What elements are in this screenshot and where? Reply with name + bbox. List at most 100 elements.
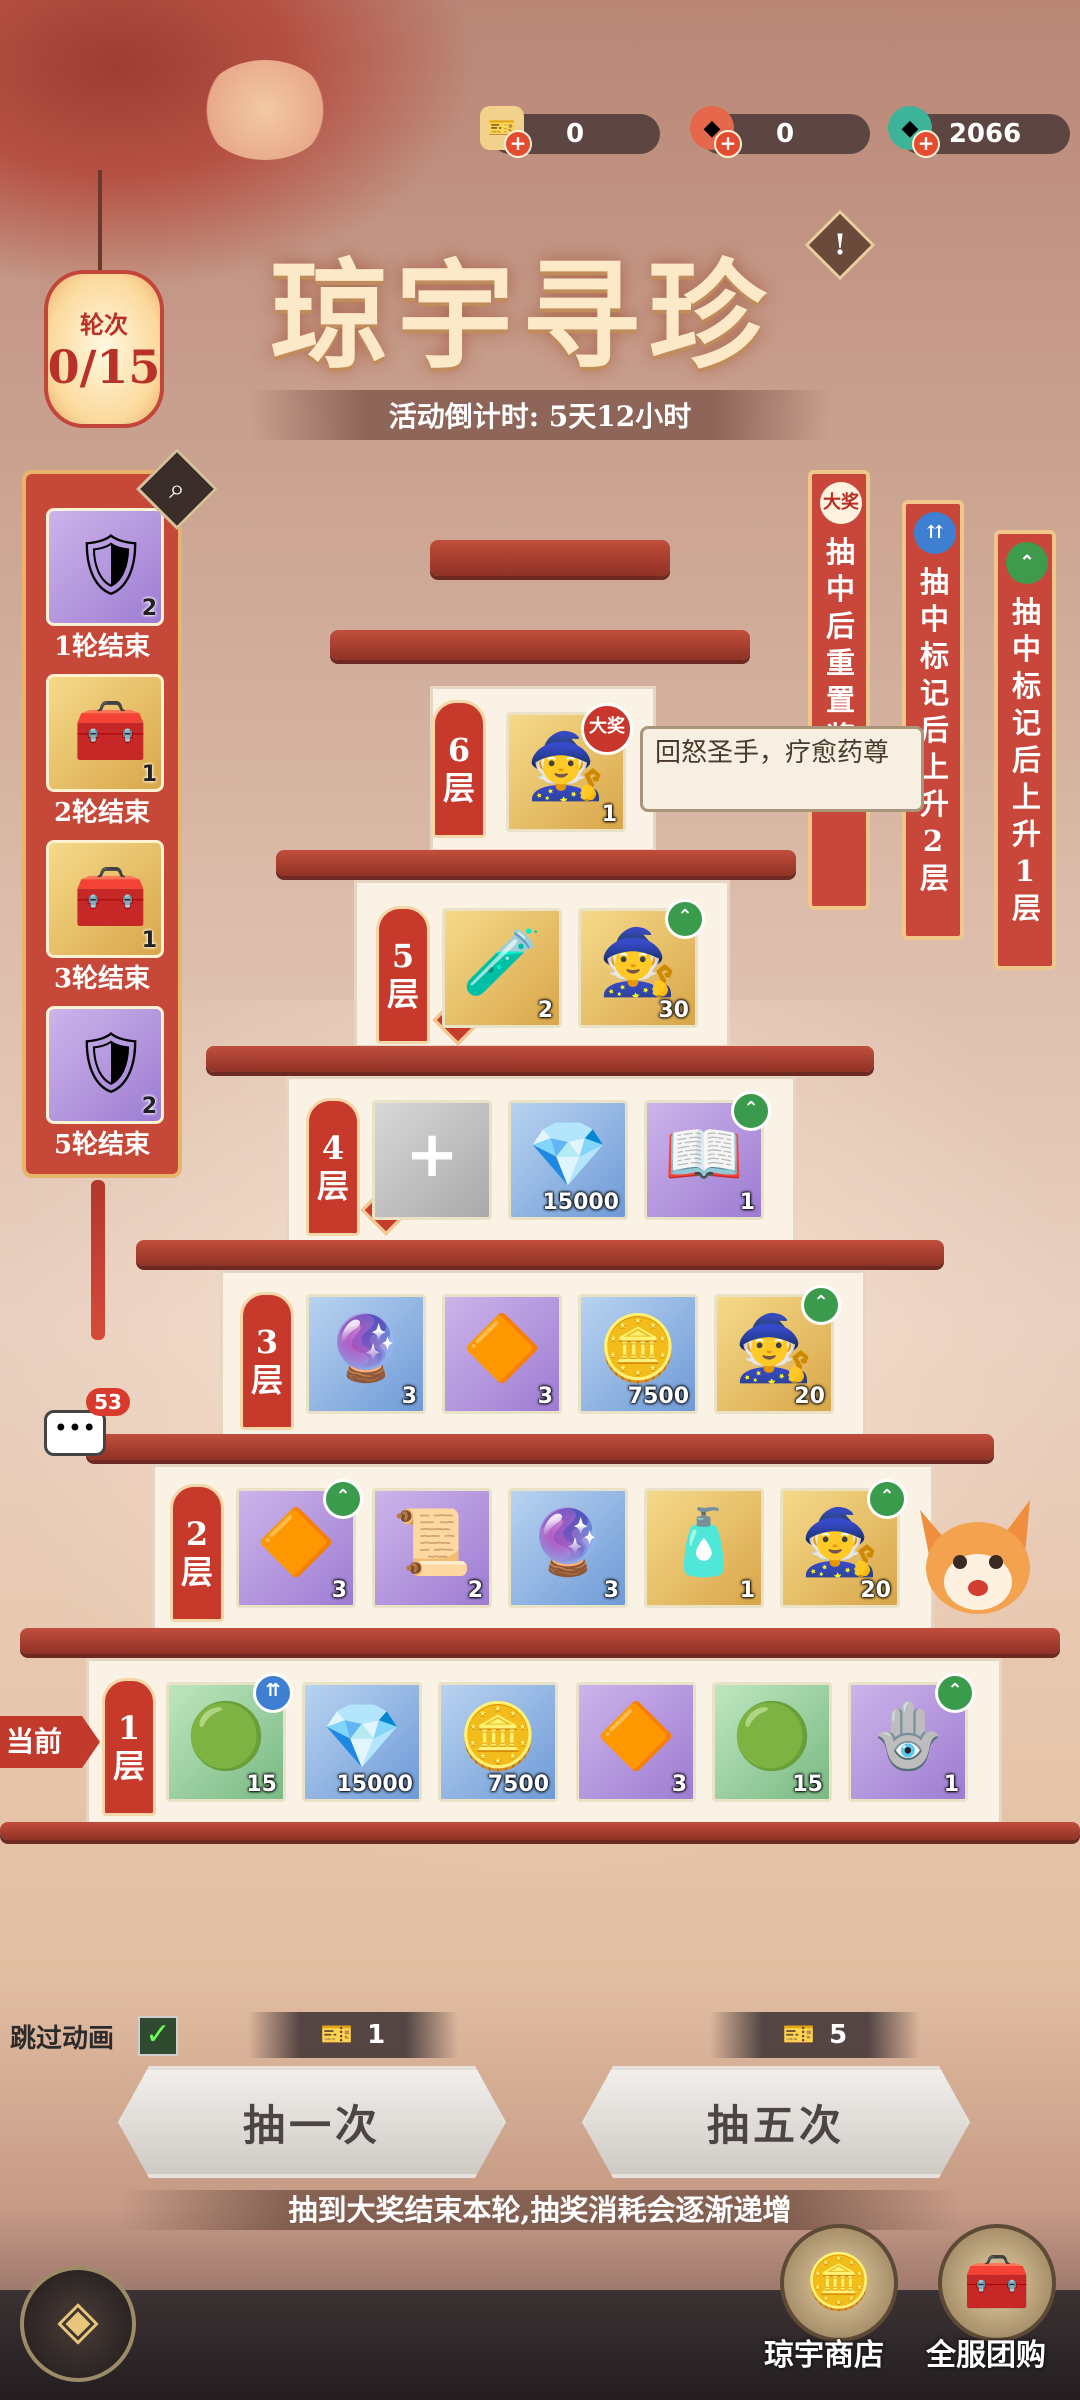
reward-slot[interactable]: 🔮 3: [508, 1488, 628, 1608]
plus-icon: +: [405, 1118, 459, 1193]
draw-five-cost: 🎫 5: [710, 2012, 920, 2058]
amulet-icon: 🛡: [73, 1028, 150, 1098]
blue-crystal-icon: 💎: [322, 1700, 402, 1775]
item-count: 15: [792, 1772, 823, 1797]
red-jade-icon[interactable]: ◆ +: [690, 106, 742, 158]
red-potion-icon: 🧪: [462, 926, 542, 1001]
reward-slot[interactable]: 🟢 ⇈ 15: [166, 1673, 293, 1802]
pagoda-roof: [136, 1240, 944, 1266]
round-value: 0/15: [47, 339, 161, 394]
item-count: 15: [246, 1772, 277, 1797]
banner-grand-prize: 大奖 抽中后重置奖励: [808, 470, 870, 910]
reward-slot[interactable]: 🪬 ⌃ 1: [848, 1673, 975, 1802]
arrow-up-icon: ⌃: [1006, 542, 1048, 584]
reward-slot[interactable]: 🔶 3: [442, 1294, 562, 1414]
item-count: 20: [860, 1578, 891, 1603]
hero-portrait-icon: 🧙: [800, 1506, 880, 1581]
floor-label: 3层: [240, 1292, 294, 1430]
red-ticket-icon: 🎫: [320, 2020, 354, 2050]
add-reward-slot[interactable]: +: [372, 1100, 492, 1220]
hero-tooltip: 回怒圣手，疗愈药尊: [640, 726, 924, 812]
reward-slot[interactable]: 🔶 ⌃ 3: [236, 1479, 363, 1608]
round-reward-item[interactable]: 🛡 2: [46, 508, 164, 626]
grand-prize-badge: 大奖: [820, 482, 862, 524]
reward-slot[interactable]: 📖 ⌃ 1: [644, 1091, 771, 1220]
item-count: 1: [739, 1190, 755, 1215]
pagoda-base: [0, 1822, 1080, 1840]
pagoda-roof: [276, 850, 796, 876]
green-jade-icon[interactable]: ◆ +: [888, 106, 940, 158]
item-count: 7500: [487, 1772, 549, 1797]
banner-text: 抽中标记后上升1层: [1012, 595, 1042, 925]
pagoda-roof: [86, 1434, 994, 1460]
item-count: 2: [537, 998, 553, 1023]
round-reward-item[interactable]: 🛡 2: [46, 1006, 164, 1124]
potion-bottle-icon: 🧴: [664, 1506, 744, 1581]
reward-slot[interactable]: 🪙 7500: [438, 1682, 558, 1802]
green-orb-icon: 🟢: [732, 1700, 812, 1775]
floor-label: 2层: [170, 1484, 224, 1622]
reward-slot[interactable]: 🪙 7500: [578, 1294, 698, 1414]
red-ticket-icon: 🎫: [782, 2020, 816, 2050]
shop-label[interactable]: 琼宇商店: [764, 2330, 884, 2374]
reward-slot[interactable]: 📜 2: [372, 1488, 492, 1608]
item-count: 2: [141, 1094, 157, 1119]
skip-animation-checkbox[interactable]: ✓: [138, 2016, 178, 2056]
pink-crystal-icon: 🔶: [462, 1312, 542, 1387]
item-count: 3: [537, 1384, 553, 1409]
reward-slot[interactable]: 🧙 ⌃ 30: [578, 899, 705, 1028]
amulet-icon: 🛡: [73, 530, 150, 600]
chat-count-badge: 53: [86, 1388, 130, 1416]
arrow-up-icon: ⌃: [731, 1091, 771, 1131]
draw-once-cost: 🎫 1: [248, 2012, 458, 2058]
pagoda-roof: [20, 1628, 1060, 1654]
draw-five-button[interactable]: 抽五次: [582, 2066, 970, 2178]
chat-bubble-icon[interactable]: •••: [44, 1410, 106, 1456]
reward-slot[interactable]: 🧙 ⌃ 20: [714, 1285, 841, 1414]
add-red-jade-button[interactable]: +: [714, 130, 742, 158]
round-reward-item[interactable]: 🧰 1: [46, 840, 164, 958]
hero-portrait-icon: 🧙: [598, 926, 678, 1001]
item-count: 30: [658, 998, 689, 1023]
red-ticket-icon[interactable]: 🎫 +: [480, 106, 532, 158]
round-reward-label: 3轮结束: [53, 964, 151, 994]
reward-slot[interactable]: 🧙 大奖 1: [506, 703, 633, 832]
round-reward-label: 5轮结束: [53, 1130, 151, 1160]
reward-slot[interactable]: 💎 15000: [302, 1682, 422, 1802]
item-count: 1: [739, 1578, 755, 1603]
silver-ornament-icon: 🪬: [868, 1700, 948, 1775]
round-rewards-panel: 🛡 2 1轮结束 🧰 1 2轮结束 🧰 1 3轮结束 🛡 2 5轮结束: [22, 470, 182, 1178]
green-orb-icon: 🟢: [186, 1700, 266, 1775]
scroll-icon: 📜: [392, 1506, 472, 1581]
reward-slot[interactable]: 🔮 3: [306, 1294, 426, 1414]
banner-rise-1: ⌃ 抽中标记后上升1层: [994, 530, 1056, 970]
treasure-chest-icon[interactable]: 🧰: [938, 2224, 1056, 2342]
item-count: 15000: [542, 1190, 619, 1215]
coin-shop-icon[interactable]: 🪙: [780, 2224, 898, 2342]
skip-animation-label: 跳过动画: [10, 2024, 115, 2054]
event-countdown: 活动倒计时: 5天12小时: [250, 390, 830, 440]
arrow-up-icon: ⌃: [323, 1479, 363, 1519]
info-button[interactable]: !: [804, 209, 876, 281]
gold-coin-icon: 🪙: [458, 1700, 538, 1775]
arrow-up-icon: ⌃: [665, 899, 705, 939]
reward-slot[interactable]: 🧙 ⌃ 20: [780, 1479, 907, 1608]
menu-button[interactable]: ◈: [20, 2266, 136, 2382]
pagoda-top-roof: [430, 540, 670, 576]
reward-slot[interactable]: 🔶 3: [576, 1682, 696, 1802]
round-counter-lantern: 轮次 0/15: [44, 270, 164, 428]
item-count: 2: [141, 596, 157, 621]
add-ticket-button[interactable]: +: [504, 130, 532, 158]
round-reward-item[interactable]: 🧰 1: [46, 674, 164, 792]
reward-slot[interactable]: 🟢 15: [712, 1682, 832, 1802]
group-buy-label[interactable]: 全服团购: [926, 2330, 1046, 2374]
reward-slot[interactable]: 💎 15000: [508, 1100, 628, 1220]
draw-once-button[interactable]: 抽一次: [118, 2066, 506, 2178]
gold-chest-icon: 🧰: [73, 862, 148, 932]
item-count: 3: [401, 1384, 417, 1409]
event-title: 琼宇寻珍: [270, 246, 775, 385]
reward-slot[interactable]: 🧪 2: [442, 908, 562, 1028]
reward-slot[interactable]: 🧴 1: [644, 1488, 764, 1608]
add-green-jade-button[interactable]: +: [912, 130, 940, 158]
round-reward-label: 2轮结束: [53, 798, 151, 828]
